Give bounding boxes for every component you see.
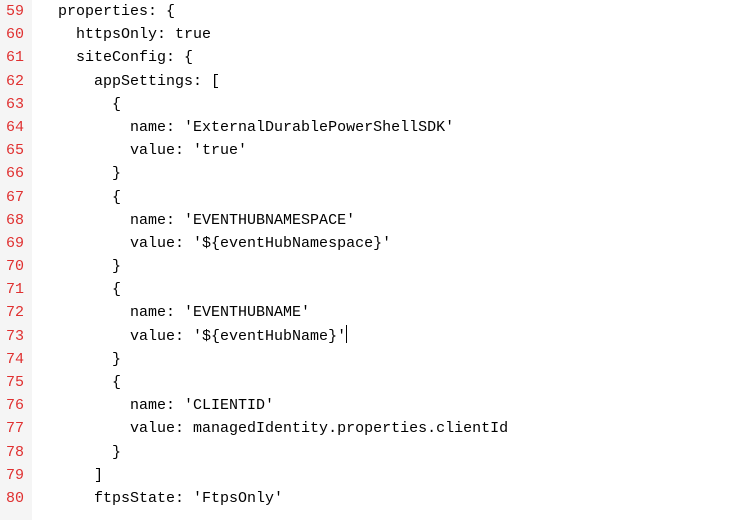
code-line[interactable]: value: '${eventHubName}' — [40, 325, 508, 348]
line-number: 65 — [6, 139, 24, 162]
code-line[interactable]: appSettings: [ — [40, 70, 508, 93]
line-number-gutter: 5960616263646566676869707172737475767778… — [0, 0, 32, 520]
line-number: 80 — [6, 487, 24, 510]
code-line[interactable]: value: '${eventHubNamespace}' — [40, 232, 508, 255]
code-line[interactable]: ftpsState: 'FtpsOnly' — [40, 487, 508, 510]
code-line[interactable]: } — [40, 255, 508, 278]
line-number: 66 — [6, 162, 24, 185]
line-number: 77 — [6, 417, 24, 440]
code-line[interactable]: { — [40, 186, 508, 209]
line-number: 71 — [6, 278, 24, 301]
code-line[interactable]: ] — [40, 464, 508, 487]
line-number: 68 — [6, 209, 24, 232]
code-area[interactable]: properties: { httpsOnly: true siteConfig… — [32, 0, 508, 520]
line-number: 70 — [6, 255, 24, 278]
code-line[interactable]: } — [40, 348, 508, 371]
line-number: 75 — [6, 371, 24, 394]
code-line[interactable]: } — [40, 162, 508, 185]
line-number: 64 — [6, 116, 24, 139]
line-number: 69 — [6, 232, 24, 255]
line-number: 78 — [6, 441, 24, 464]
line-number: 74 — [6, 348, 24, 371]
code-line[interactable]: value: managedIdentity.properties.client… — [40, 417, 508, 440]
line-number: 62 — [6, 70, 24, 93]
line-number: 79 — [6, 464, 24, 487]
line-number: 67 — [6, 186, 24, 209]
line-number: 76 — [6, 394, 24, 417]
line-number: 61 — [6, 46, 24, 69]
code-line[interactable]: properties: { — [40, 0, 508, 23]
code-line[interactable]: { — [40, 278, 508, 301]
code-line[interactable]: httpsOnly: true — [40, 23, 508, 46]
text-cursor — [346, 325, 347, 343]
code-line[interactable]: siteConfig: { — [40, 46, 508, 69]
line-number: 63 — [6, 93, 24, 116]
line-number: 59 — [6, 0, 24, 23]
code-line[interactable]: } — [40, 441, 508, 464]
line-number: 72 — [6, 301, 24, 324]
code-line[interactable]: { — [40, 93, 508, 116]
code-line[interactable]: { — [40, 371, 508, 394]
code-line[interactable]: name: 'ExternalDurablePowerShellSDK' — [40, 116, 508, 139]
code-line[interactable]: name: 'EVENTHUBNAMESPACE' — [40, 209, 508, 232]
code-line[interactable]: name: 'EVENTHUBNAME' — [40, 301, 508, 324]
code-line[interactable]: name: 'CLIENTID' — [40, 394, 508, 417]
line-number: 60 — [6, 23, 24, 46]
code-line[interactable]: value: 'true' — [40, 139, 508, 162]
line-number: 73 — [6, 325, 24, 348]
